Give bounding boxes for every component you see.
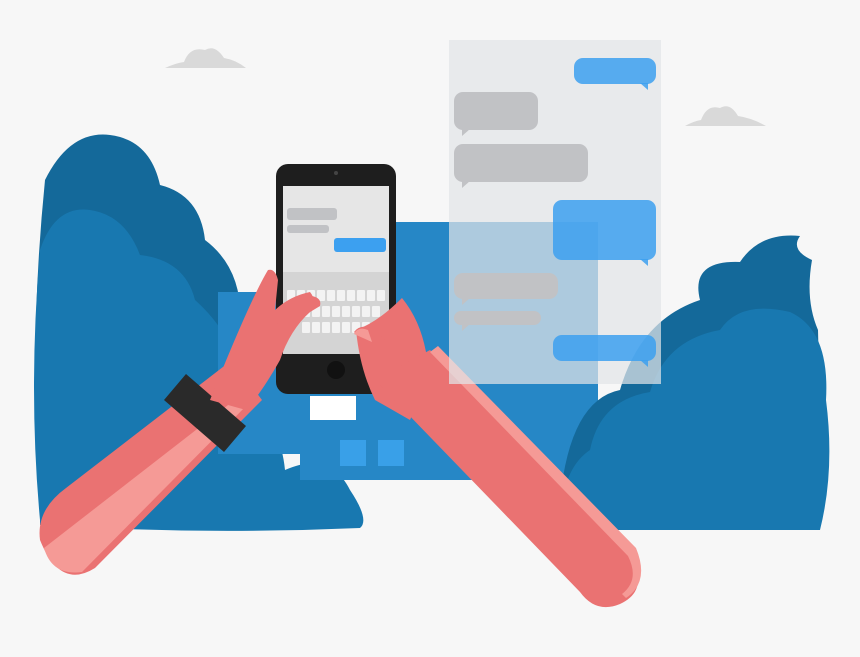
chat-bubble-outgoing xyxy=(553,335,656,367)
phone-home-button xyxy=(327,361,345,379)
keyboard-key xyxy=(342,322,350,333)
keyboard-key xyxy=(327,290,335,301)
phone-screen-bubble xyxy=(287,225,329,233)
building-window xyxy=(378,440,404,466)
keyboard-key xyxy=(322,322,330,333)
chat-panel xyxy=(449,40,661,384)
keyboard-key xyxy=(342,306,350,317)
cloud-icon xyxy=(685,106,766,126)
phone-screen-bubble xyxy=(287,208,337,220)
keyboard-key xyxy=(347,290,355,301)
chat-bubble-incoming xyxy=(454,144,588,188)
keyboard-key xyxy=(352,306,360,317)
keyboard-key xyxy=(322,306,330,317)
keyboard-key xyxy=(377,290,385,301)
keyboard-key xyxy=(332,322,340,333)
messaging-illustration xyxy=(0,0,860,657)
building-window xyxy=(310,396,356,420)
keyboard-key xyxy=(337,290,345,301)
keyboard-key xyxy=(372,306,380,317)
keyboard-key xyxy=(357,290,365,301)
chat-bubble-outgoing xyxy=(574,58,656,90)
building-window xyxy=(340,440,366,466)
chat-bubble-incoming xyxy=(454,92,538,136)
keyboard-key xyxy=(302,322,310,333)
keyboard-key xyxy=(362,306,370,317)
illustration-canvas xyxy=(34,48,830,608)
keyboard-key xyxy=(332,306,340,317)
cloud-icon xyxy=(165,48,246,68)
phone-screen-bubble xyxy=(334,238,386,252)
chat-bubble-incoming xyxy=(454,273,558,305)
chat-bubble-outgoing xyxy=(553,200,656,266)
keyboard-key xyxy=(312,322,320,333)
chat-bubble-incoming xyxy=(454,311,541,331)
phone-camera xyxy=(334,171,338,175)
keyboard-key xyxy=(367,290,375,301)
